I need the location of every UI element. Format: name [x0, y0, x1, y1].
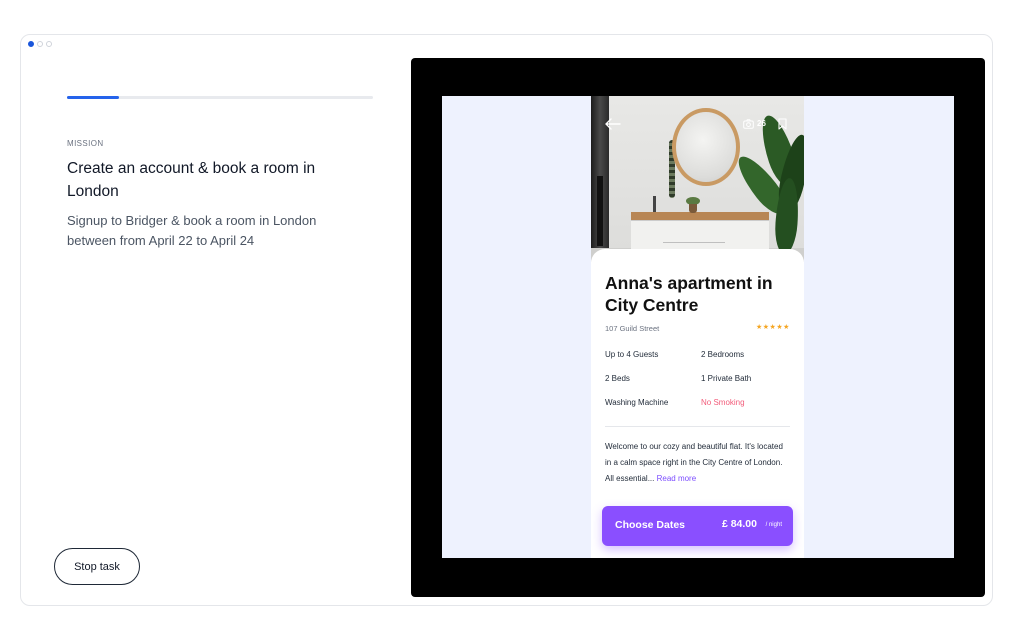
mission-title: Create an account & book a room in Londo…	[67, 160, 316, 200]
listing-screen: 26 Anna's apartment in City Centre 107 G…	[591, 96, 804, 558]
listing-photo[interactable]: 26	[591, 96, 804, 262]
app-canvas: 26 Anna's apartment in City Centre 107 G…	[442, 96, 954, 558]
photo-bottle	[653, 196, 656, 212]
amenity-no-smoking: No Smoking	[701, 398, 745, 407]
task-progress-fill	[67, 96, 120, 99]
mission-label: MISSION	[67, 139, 104, 148]
choose-dates-button[interactable]: Choose Dates £ 84.00 / night	[602, 506, 793, 546]
camera-icon	[743, 119, 754, 129]
app-viewer: 26 Anna's apartment in City Centre 107 G…	[411, 58, 985, 597]
listing-card: Anna's apartment in City Centre 107 Guil…	[591, 249, 804, 558]
photo-big-plant	[730, 111, 804, 262]
rating-stars: ★★★★★	[756, 324, 790, 331]
amenity-bath: 1 Private Bath	[701, 374, 752, 383]
listing-title: Anna's apartment in City Centre	[605, 273, 773, 315]
photo-toolbar: 26	[591, 96, 804, 136]
photo-pot	[689, 204, 697, 213]
amenity-washing-machine: Washing Machine	[605, 398, 669, 407]
photo-cabinet-handle	[663, 242, 725, 243]
amenity-guests: Up to 4 Guests	[605, 350, 659, 359]
bookmark-icon[interactable]	[778, 118, 787, 130]
amenity-bedrooms: 2 Bedrooms	[701, 350, 745, 359]
read-more-link[interactable]: Read more	[657, 474, 697, 483]
divider	[605, 426, 790, 427]
window-dots	[28, 41, 52, 47]
price-unit: / night	[765, 522, 782, 528]
mission-description: Signup to Bridger & book a room in Londo…	[67, 213, 317, 248]
price: £ 84.00	[721, 518, 757, 530]
choose-dates-label: Choose Dates	[615, 519, 686, 531]
photo-lamp	[597, 176, 603, 246]
amenity-beds: 2 Beds	[605, 374, 630, 383]
dot-icon	[46, 41, 52, 47]
dot-active-icon	[28, 41, 34, 47]
task-window: MISSION Create an account & book a room …	[20, 34, 993, 606]
photo-count: 26	[757, 119, 766, 128]
arrow-left-icon[interactable]	[605, 118, 621, 130]
dot-icon	[37, 41, 43, 47]
stop-task-button[interactable]: Stop task	[54, 548, 140, 585]
listing-description: Welcome to our cozy and beautiful flat. …	[605, 439, 790, 487]
task-progress-bar	[67, 96, 373, 99]
listing-address: 107 Guild Street	[605, 324, 660, 333]
